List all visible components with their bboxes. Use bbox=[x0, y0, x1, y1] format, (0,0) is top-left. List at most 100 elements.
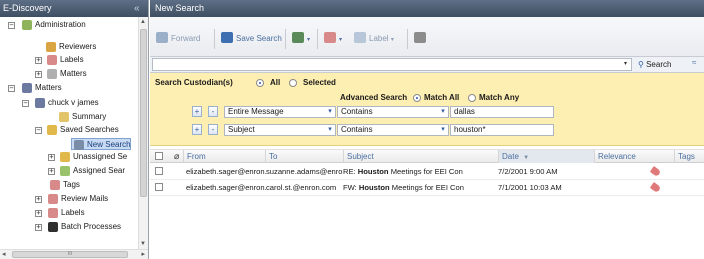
table-row[interactable]: elizabeth.sager@enron. carol.st.@enron.c… bbox=[150, 180, 704, 196]
date-cell: 7/2/2001 9:00 AM bbox=[498, 167, 558, 176]
tag-icon[interactable] bbox=[649, 182, 662, 193]
tree-horizontal-scrollbar[interactable]: ◂ III ▸ bbox=[0, 249, 148, 259]
expand-node-icon[interactable]: + bbox=[35, 210, 42, 217]
match-any-radio[interactable] bbox=[468, 94, 476, 102]
tree-node[interactable]: chuck v james bbox=[33, 97, 138, 109]
tree-node-label: Labels bbox=[60, 55, 84, 64]
tag-icon[interactable] bbox=[649, 166, 662, 177]
tree-node-label: chuck v james bbox=[48, 98, 99, 107]
column-header-subject[interactable]: Subject bbox=[343, 150, 498, 163]
expand-node-icon[interactable]: + bbox=[48, 168, 55, 175]
search-doc-icon bbox=[74, 140, 84, 150]
tree-node[interactable]: Tags bbox=[48, 179, 138, 191]
row-checkbox[interactable] bbox=[155, 183, 163, 191]
tree-node[interactable]: Saved Searches bbox=[45, 124, 138, 136]
custodian-selected-radio[interactable] bbox=[289, 79, 297, 87]
users-icon bbox=[46, 42, 56, 52]
tree-node[interactable]: Labels bbox=[46, 207, 138, 219]
custodian-all-radio[interactable] bbox=[256, 79, 264, 87]
chevron-down-icon: ▾ bbox=[390, 37, 394, 43]
match-all-label: Match All bbox=[424, 93, 460, 102]
tree-node[interactable]: Matters bbox=[20, 82, 138, 94]
tree-node[interactable]: New Search bbox=[71, 138, 131, 150]
print-button[interactable] bbox=[414, 31, 429, 47]
collapse-pane-icon[interactable]: « bbox=[134, 2, 145, 15]
forward-button[interactable]: Forward bbox=[156, 31, 200, 47]
field-select[interactable]: Subject ▾ bbox=[224, 124, 336, 136]
scroll-up-icon[interactable]: ▲ bbox=[140, 19, 146, 25]
case-icon bbox=[35, 98, 45, 108]
label-menu-button[interactable]: Label ▾ bbox=[354, 31, 394, 47]
tree-node[interactable]: Assigned Sear bbox=[58, 165, 138, 177]
toolbar-separator bbox=[317, 29, 318, 49]
chevron-down-icon: ▾ bbox=[307, 37, 311, 43]
tree-node-label: Administration bbox=[35, 20, 86, 29]
add-criteria-button[interactable]: + bbox=[192, 124, 202, 135]
expand-node-icon[interactable]: + bbox=[35, 57, 42, 64]
column-header-relevance[interactable]: Relevance bbox=[594, 150, 674, 163]
folder-icon bbox=[60, 152, 70, 162]
criteria-value-input[interactable]: houston* bbox=[450, 124, 554, 136]
field-select[interactable]: Entire Message ▾ bbox=[224, 106, 336, 118]
column-header-from[interactable]: From bbox=[183, 150, 265, 163]
tree-node-label: New Search bbox=[87, 140, 131, 149]
tree-node-label: Batch Processes bbox=[61, 222, 122, 231]
date-cell: 7/1/2001 10:03 AM bbox=[498, 183, 562, 192]
column-header-tags[interactable]: Tags bbox=[674, 150, 704, 163]
match-all-radio[interactable] bbox=[413, 94, 421, 102]
tree-node[interactable]: Batch Processes bbox=[46, 221, 138, 233]
tree-node[interactable]: Summary bbox=[57, 111, 138, 123]
expand-node-icon[interactable]: + bbox=[48, 154, 55, 161]
select-all-checkbox[interactable] bbox=[155, 152, 163, 160]
chevron-down-icon: ▾ bbox=[441, 126, 445, 133]
tree-node-label: Assigned Sear bbox=[73, 166, 126, 175]
tree-node[interactable]: Reviewers bbox=[44, 41, 138, 53]
operator-select[interactable]: Contains ▾ bbox=[337, 124, 449, 136]
attachment-icon: ⌀ bbox=[174, 151, 180, 161]
collapse-node-icon[interactable]: − bbox=[22, 100, 29, 107]
row-checkbox[interactable] bbox=[155, 167, 163, 175]
scale-icon bbox=[22, 83, 32, 93]
criteria-value-input[interactable]: dallas bbox=[450, 106, 554, 118]
tree-node[interactable]: Administration bbox=[20, 19, 138, 31]
navigation-pane-title: E-Discovery bbox=[3, 3, 52, 13]
expand-node-icon[interactable]: + bbox=[35, 71, 42, 78]
tree-vertical-scrollbar[interactable]: ▲ ▼ bbox=[138, 17, 148, 249]
expand-node-icon[interactable]: + bbox=[35, 196, 42, 203]
scroll-left-icon[interactable]: ◂ bbox=[2, 250, 6, 258]
search-button[interactable]: ⚲ Search bbox=[638, 58, 671, 72]
export-menu-button[interactable]: ▾ bbox=[292, 31, 310, 47]
remove-criteria-button[interactable]: - bbox=[208, 106, 218, 117]
tree-node-label: Labels bbox=[61, 208, 85, 217]
scrollbar-thumb[interactable]: III bbox=[12, 251, 128, 258]
add-criteria-button[interactable]: + bbox=[192, 106, 202, 117]
scrollbar-thumb[interactable] bbox=[140, 29, 147, 197]
search-input[interactable] bbox=[152, 58, 632, 71]
summary-icon bbox=[59, 112, 69, 122]
chevron-down-icon: ▾ bbox=[441, 108, 445, 115]
tag-menu-button[interactable]: ▾ bbox=[324, 31, 342, 47]
collapse-node-icon[interactable]: − bbox=[35, 127, 42, 134]
column-header-date[interactable]: Date ▼ bbox=[498, 150, 594, 163]
operator-select[interactable]: Contains ▾ bbox=[337, 106, 449, 118]
tree-node[interactable]: Unassigned Se bbox=[58, 151, 138, 163]
collapse-node-icon[interactable]: − bbox=[8, 85, 15, 92]
scroll-down-icon[interactable]: ▼ bbox=[140, 241, 146, 247]
subject-cell: FW: Houston Meetings for EEI Con bbox=[343, 183, 464, 192]
navigation-pane-header: E-Discovery « bbox=[0, 0, 148, 17]
remove-criteria-button[interactable]: - bbox=[208, 124, 218, 135]
tree-node[interactable]: Review Mails bbox=[46, 193, 138, 205]
scroll-right-icon[interactable]: ▸ bbox=[141, 250, 145, 258]
quick-search-bar: ▾ ⚲ Search ≈ bbox=[150, 57, 704, 73]
expand-node-icon[interactable]: + bbox=[35, 224, 42, 231]
tree-node-label: Review Mails bbox=[61, 194, 109, 203]
tree-node-label: Summary bbox=[72, 112, 107, 121]
tree-node[interactable]: Matters bbox=[45, 68, 138, 80]
column-header-to[interactable]: To bbox=[265, 150, 343, 163]
advanced-options-icon[interactable]: ≈ bbox=[692, 58, 696, 67]
save-search-button[interactable]: Save Search bbox=[221, 31, 282, 47]
table-row[interactable]: elizabeth.sager@enron. suzanne.adams@enr… bbox=[150, 164, 704, 180]
collapse-node-icon[interactable]: − bbox=[8, 22, 15, 29]
tree-node[interactable]: Labels bbox=[45, 54, 138, 66]
chevron-down-icon[interactable]: ▾ bbox=[624, 60, 627, 67]
